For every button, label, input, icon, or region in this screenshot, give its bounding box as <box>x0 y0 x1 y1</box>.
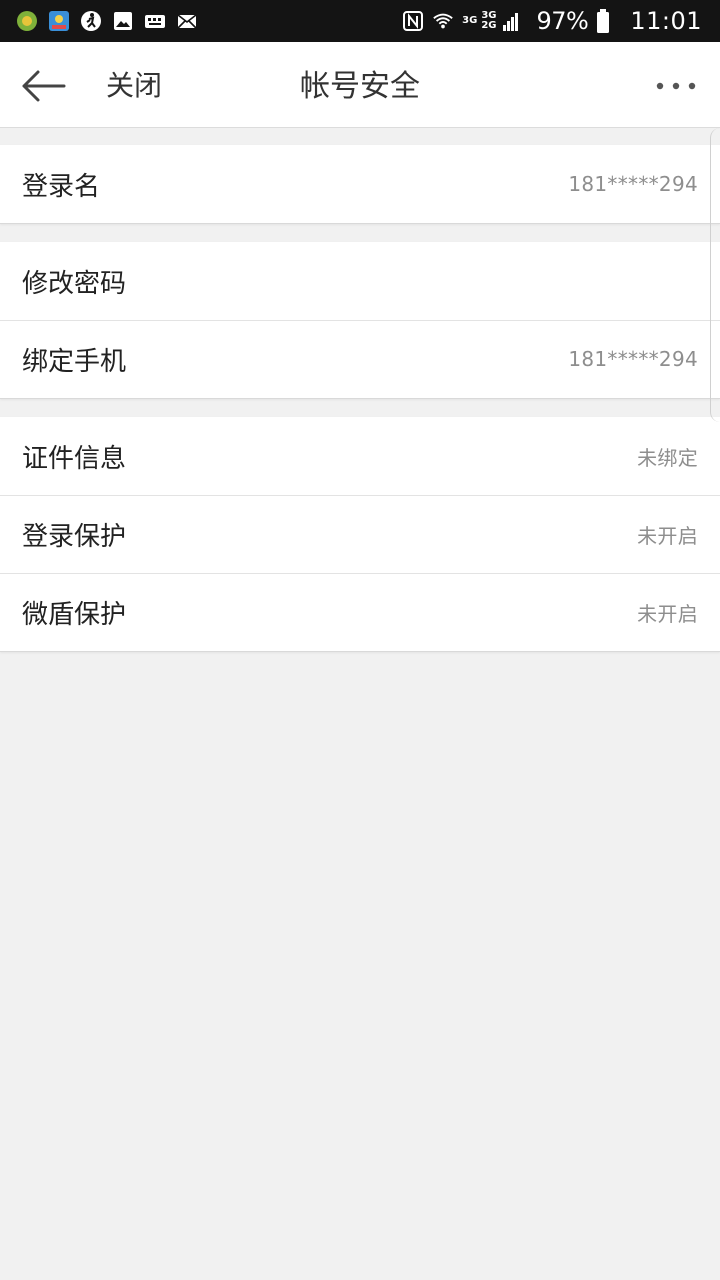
back-button[interactable] <box>16 64 70 108</box>
network-type-primary: 3G <box>462 16 477 26</box>
settings-group-protection: 证件信息 未绑定 登录保护 未开启 微盾保护 未开启 <box>0 417 720 652</box>
setting-label: 绑定手机 <box>22 346 127 377</box>
keyboard-icon <box>144 10 166 32</box>
battery-percentage: 97% <box>536 7 589 35</box>
setting-row-bind-phone[interactable]: 绑定手机 181*****294 <box>0 320 720 398</box>
more-horizontal-icon <box>656 82 696 90</box>
setting-label: 证件信息 <box>22 443 127 474</box>
clock: 11:01 <box>630 7 702 35</box>
setting-label: 登录名 <box>22 171 101 202</box>
setting-value: 未开启 <box>637 601 698 626</box>
setting-value: 181*****294 <box>568 172 698 196</box>
photo-app-icon <box>48 10 70 32</box>
close-button[interactable]: 关闭 <box>106 68 162 104</box>
setting-value: 181*****294 <box>568 347 698 371</box>
nfc-icon <box>402 10 424 32</box>
setting-label: 微盾保护 <box>22 599 127 630</box>
more-options-button[interactable] <box>652 70 700 102</box>
app-notification-icon <box>16 10 38 32</box>
navigation-bar: 关闭 帐号安全 <box>0 42 720 128</box>
setting-row-change-password[interactable]: 修改密码 <box>0 242 720 320</box>
status-bar-right: 3G 3G 2G 97% 11:01 <box>402 7 702 35</box>
setting-value: 未开启 <box>637 523 698 548</box>
network-label-2g: 2G <box>481 20 497 31</box>
fitness-icon <box>80 10 102 32</box>
settings-group-login: 登录名 181*****294 <box>0 145 720 224</box>
settings-group-account: 修改密码 绑定手机 181*****294 <box>0 242 720 399</box>
network-type-secondary: 3G 2G <box>481 11 496 31</box>
setting-row-login-name[interactable]: 登录名 181*****294 <box>0 145 720 223</box>
status-bar: 3G 3G 2G 97% 11:01 <box>0 0 720 42</box>
status-bar-left <box>16 10 208 32</box>
signal-icon <box>500 10 522 32</box>
setting-value: 未绑定 <box>637 445 698 470</box>
battery-icon <box>592 9 614 33</box>
setting-label: 登录保护 <box>22 521 127 552</box>
setting-label: 修改密码 <box>22 268 127 299</box>
settings-list: 登录名 181*****294 修改密码 绑定手机 181*****294 证件… <box>0 128 720 652</box>
arrow-left-icon <box>22 70 66 102</box>
setting-row-shield-protection[interactable]: 微盾保护 未开启 <box>0 573 720 651</box>
gallery-icon <box>112 10 134 32</box>
setting-row-login-protection[interactable]: 登录保护 未开启 <box>0 495 720 573</box>
mail-icon <box>176 10 198 32</box>
setting-row-id-info[interactable]: 证件信息 未绑定 <box>0 417 720 495</box>
network-label-3g: 3G <box>462 15 478 26</box>
wifi-icon <box>432 10 454 32</box>
